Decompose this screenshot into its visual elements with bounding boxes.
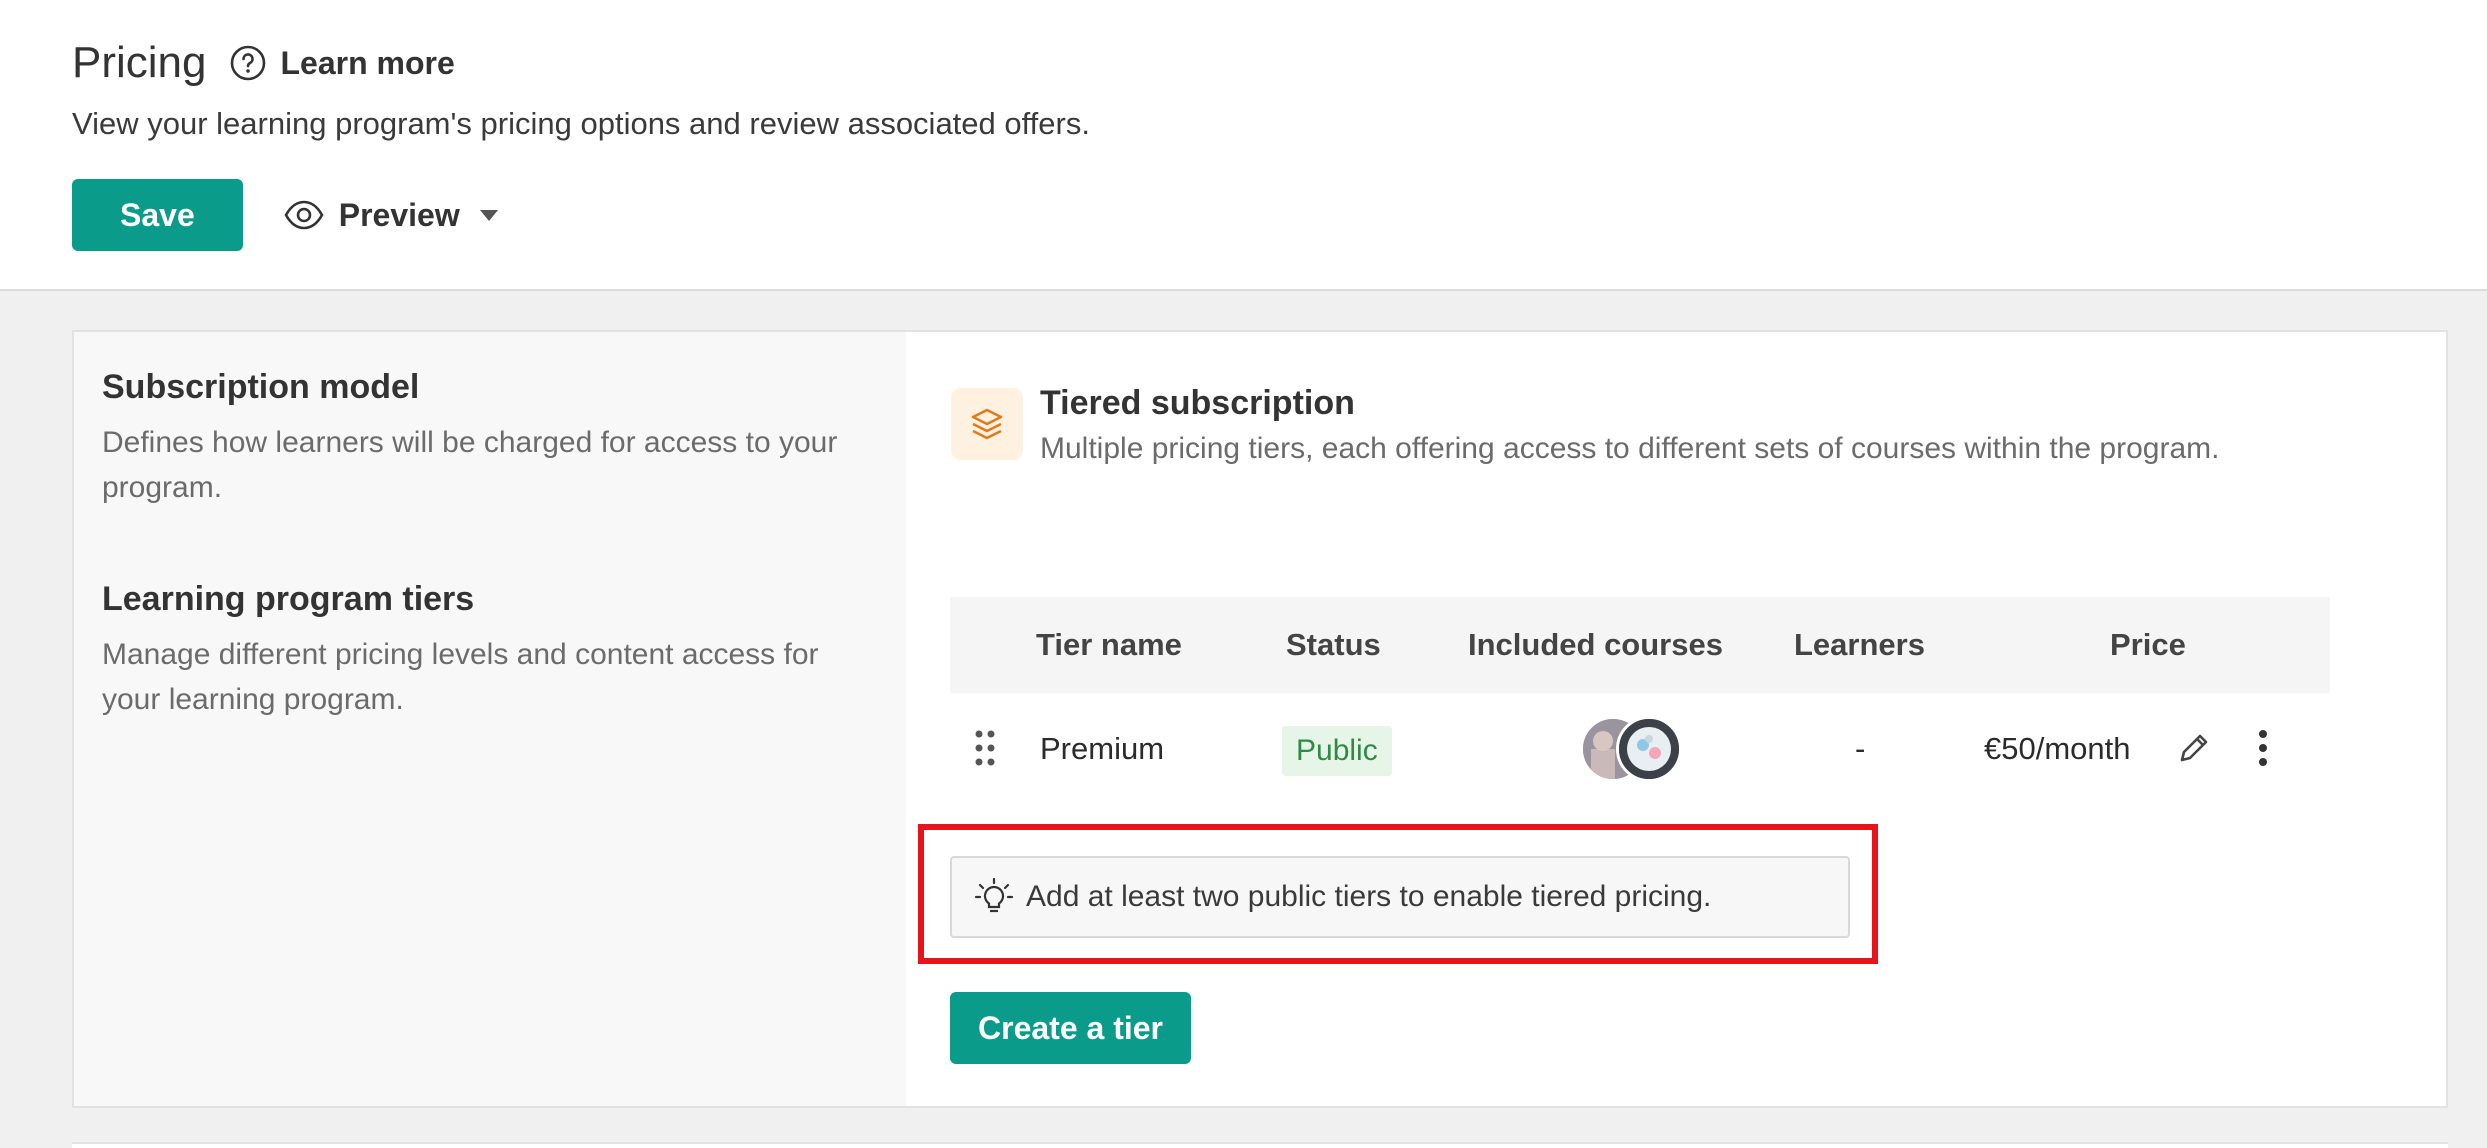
table-row[interactable]: Premium Public - €50/month (950, 698, 2330, 798)
drag-handle-icon[interactable] (972, 728, 998, 768)
chevron-down-icon (479, 209, 498, 221)
layers-icon (951, 388, 1023, 460)
eye-icon (283, 199, 325, 231)
create-tier-button[interactable]: Create a tier (950, 992, 1191, 1064)
pricing-card: Subscription model Defines how learners … (72, 330, 2448, 1108)
lightbulb-icon (974, 877, 1014, 917)
program-tiers-title: Learning program tiers (102, 580, 475, 618)
edit-pencil-icon[interactable] (2172, 726, 2216, 770)
program-tiers-desc: Manage different pricing levels and cont… (102, 638, 819, 716)
tier-hint-message: Add at least two public tiers to enable … (950, 856, 1850, 938)
hint-text: Add at least two public tiers to enable … (1026, 880, 1712, 913)
tier-name: Premium (1040, 731, 1165, 766)
learn-more-label: Learn more (280, 44, 455, 81)
title-row: Pricing Learn more (72, 38, 455, 88)
status-badge: Public (1282, 726, 1392, 776)
column-header-included-courses: Included courses (1468, 627, 1723, 662)
left-pane: Subscription model Defines how learners … (74, 332, 906, 1106)
header-actions: Save Preview (72, 179, 498, 251)
subscription-type-desc: Multiple pricing tiers, each offering ac… (1040, 432, 2220, 465)
tier-price: €50/month (1984, 731, 2131, 766)
subscription-model-title: Subscription model (102, 368, 420, 406)
column-header-learners: Learners (1794, 627, 1925, 662)
page-header: Pricing Learn more View your learning pr… (0, 0, 2487, 291)
included-courses-avatars (1580, 716, 1690, 782)
learners-count: - (1855, 731, 1866, 766)
next-card-edge (72, 1142, 2448, 1148)
save-button[interactable]: Save (72, 179, 243, 251)
more-options-icon[interactable] (2248, 724, 2278, 772)
column-header-tier-name: Tier name (1036, 627, 1182, 662)
tiers-table-header: Tier name Status Included courses Learne… (950, 597, 2330, 693)
subscription-model-desc: Defines how learners will be charged for… (102, 426, 838, 504)
column-header-price: Price (2110, 627, 2186, 662)
preview-button[interactable]: Preview (283, 197, 498, 234)
page-title: Pricing (72, 38, 207, 87)
learn-more-link[interactable]: Learn more (229, 44, 455, 82)
column-header-status: Status (1286, 627, 1381, 662)
preview-label: Preview (338, 196, 460, 233)
help-icon (229, 44, 267, 82)
course-thumbnail (1616, 716, 1682, 782)
subscription-type-title: Tiered subscription (1040, 384, 1355, 422)
page-subtitle: View your learning program's pricing opt… (72, 106, 1090, 141)
